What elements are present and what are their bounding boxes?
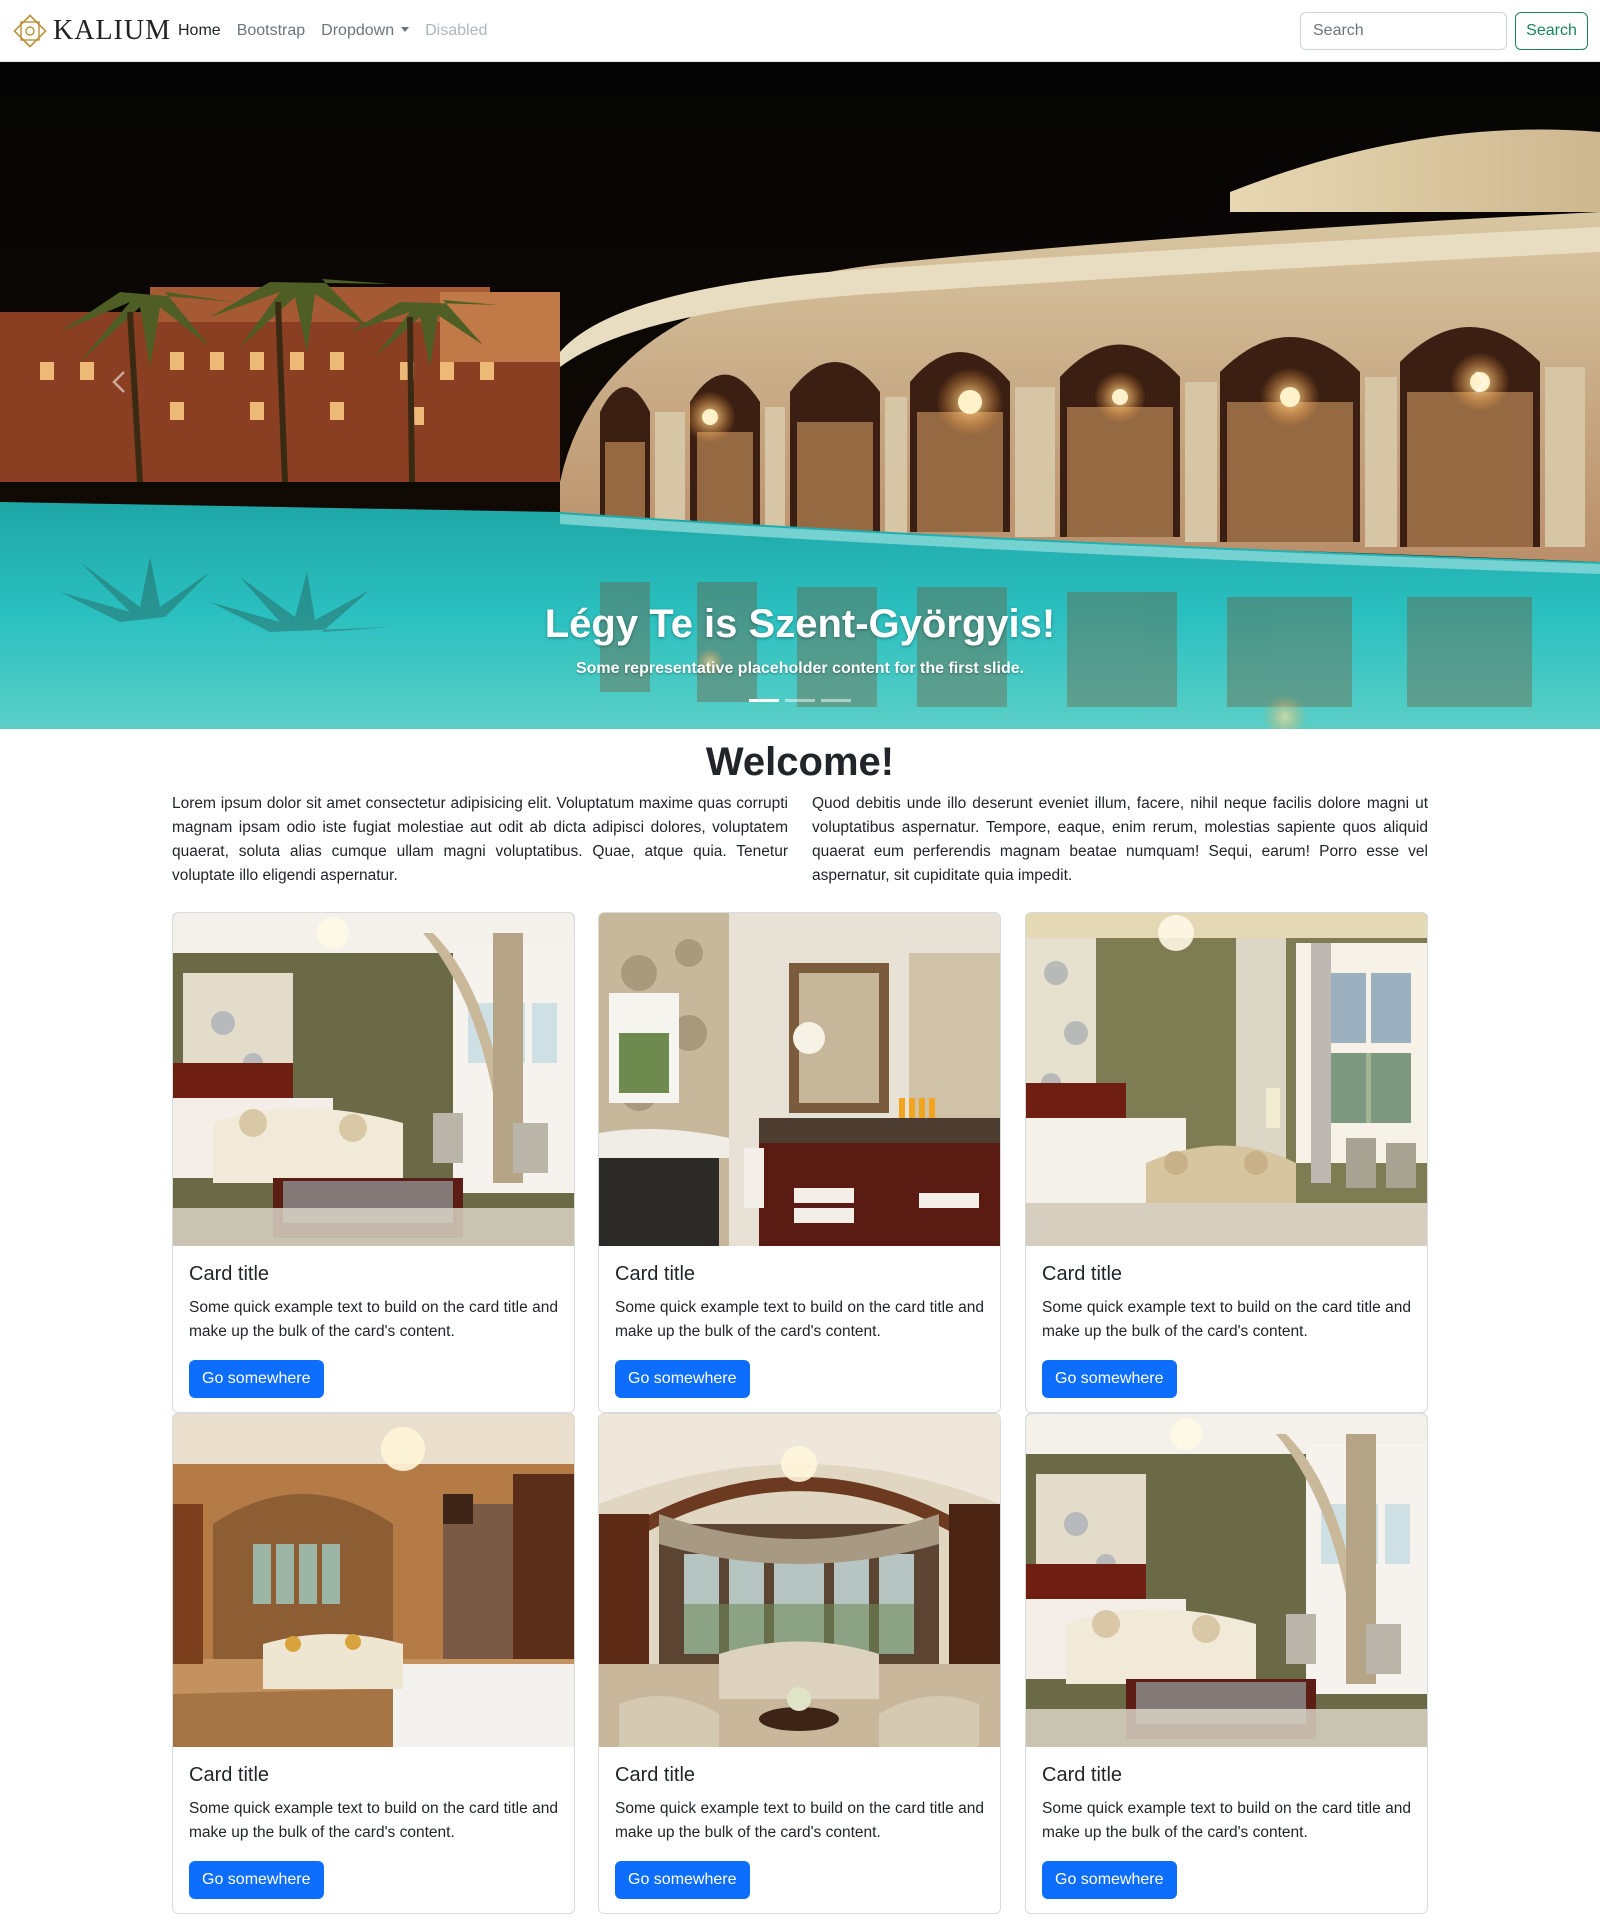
go-somewhere-button[interactable]: Go somewhere [615,1360,750,1398]
card-text: Some quick example text to build on the … [615,1800,984,1841]
card: Card title Some quick example text to bu… [1025,912,1428,1413]
carousel-prev-button[interactable] [90,352,150,412]
card: Card title Some quick example text to bu… [598,912,1001,1413]
card-body: Card title Some quick example text to bu… [599,1747,1000,1913]
card-image-bathroom [599,913,1000,1246]
card-title: Card title [615,1263,696,1285]
card-title: Card title [1042,1263,1123,1285]
card: Card title Some quick example text to bu… [172,912,575,1413]
go-somewhere-button[interactable]: Go somewhere [1042,1360,1177,1398]
nav-bootstrap[interactable]: Bootstrap [237,22,305,40]
nav-dropdown[interactable]: Dropdown [321,22,410,40]
card-text: Some quick example text to build on the … [1042,1299,1411,1340]
search-input[interactable] [1300,12,1507,50]
caret-down-icon [401,27,410,32]
kalium-logo-icon [13,14,47,48]
card-text: Some quick example text to build on the … [1042,1800,1411,1841]
card-body: Card title Some quick example text to bu… [599,1246,1000,1412]
nav-dropdown-label: Dropdown [321,22,395,39]
nav-home[interactable]: Home [178,22,221,40]
carousel-title: Légy Te is Szent-Györgyis! [544,602,1056,646]
carousel-indicator-3[interactable] [821,699,851,702]
card-title: Card title [189,1263,270,1285]
card: Card title Some quick example text to bu… [1025,1413,1428,1914]
card-image-bedroom [173,913,574,1246]
card-body: Card title Some quick example text to bu… [1026,1246,1427,1412]
card-image-castle-room [173,1414,574,1747]
card-text: Some quick example text to build on the … [615,1299,984,1340]
carousel-next-button[interactable] [1450,352,1510,412]
brand-name: KALIUM [53,15,171,46]
card-body: Card title Some quick example text to bu… [173,1747,574,1913]
card-text: Some quick example text to build on the … [189,1299,558,1340]
intro-paragraph-left: Lorem ipsum dolor sit amet consectetur a… [172,795,788,884]
nav-links: Home Bootstrap Dropdown Disabled [178,0,503,62]
card: Card title Some quick example text to bu… [172,1413,575,1914]
card-body: Card title Some quick example text to bu… [173,1246,574,1412]
carousel-caption: Légy Te is Szent-Györgyis! Some represen… [0,600,1600,678]
card-image-suite [1026,913,1427,1246]
carousel-indicators [0,699,1600,702]
nav-disabled: Disabled [425,22,488,39]
carousel-indicator-1[interactable] [749,699,779,702]
brand[interactable]: KALIUM [12,13,171,49]
card-image-drawing-room [599,1414,1000,1747]
go-somewhere-button[interactable]: Go somewhere [615,1861,750,1899]
go-somewhere-button[interactable]: Go somewhere [1042,1861,1177,1899]
card-title: Card title [615,1764,696,1786]
navbar: KALIUM Home Bootstrap Dropdown Disabled … [0,0,1600,62]
card-title: Card title [189,1764,270,1786]
card-title: Card title [1042,1764,1123,1786]
carousel-indicator-2[interactable] [785,699,815,702]
card: Card title Some quick example text to bu… [598,1413,1001,1914]
welcome-title: Welcome! [705,740,895,784]
chevron-right-icon [1475,371,1488,393]
card-body: Card title Some quick example text to bu… [1026,1747,1427,1913]
card-text: Some quick example text to build on the … [189,1800,558,1841]
intro-paragraph-right: Quod debitis unde illo deserunt eveniet … [812,795,1428,884]
chevron-left-icon [112,371,125,393]
carousel-text: Some representative placeholder content … [575,660,1025,677]
card-image-bedroom [1026,1414,1427,1747]
search-button[interactable]: Search [1515,12,1588,50]
go-somewhere-button[interactable]: Go somewhere [189,1861,324,1899]
hero-carousel: Légy Te is Szent-Györgyis! Some represen… [0,62,1600,729]
go-somewhere-button[interactable]: Go somewhere [189,1360,324,1398]
